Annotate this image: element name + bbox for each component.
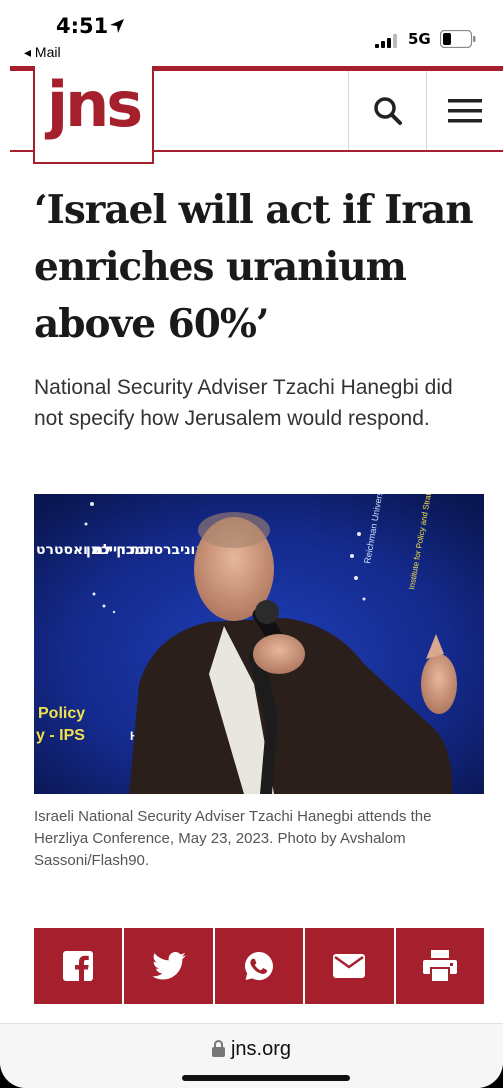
home-indicator[interactable] (182, 1075, 350, 1081)
battery-icon (440, 30, 476, 48)
lock-icon (211, 1040, 225, 1057)
phone-screen: 4:51 ◂ Mail 5G jns ‘Israel will act if I… (0, 0, 503, 1088)
share-twitter-button[interactable] (124, 928, 213, 1004)
menu-button[interactable] (427, 71, 503, 150)
facebook-icon (63, 951, 94, 981)
url-display[interactable]: jns.org (0, 1038, 503, 1061)
email-icon (333, 954, 366, 978)
location-arrow-icon (110, 19, 124, 33)
network-type: 5G (408, 30, 431, 48)
search-button[interactable] (349, 71, 426, 150)
article-subhead: National Security Adviser Tzachi Hanegbi… (34, 376, 453, 430)
back-to-mail-link[interactable]: ◂ Mail (24, 44, 61, 61)
logo-wordmark: jns (46, 68, 143, 141)
site-header: jns (0, 66, 503, 164)
article-headline: ‘Israel will act if Iran enriches uraniu… (34, 187, 474, 347)
share-whatsapp-button[interactable] (214, 928, 304, 1004)
status-time: 4:51 (56, 14, 109, 38)
article-photo[interactable]: אוניברסיטת רייכמן המכון למ ואסטרט Policy… (34, 494, 484, 794)
photo-caption: Israeli National Security Adviser Tzachi… (34, 808, 432, 869)
twitter-icon (151, 952, 186, 980)
status-bar: 4:51 ◂ Mail 5G (0, 0, 503, 66)
share-bar (34, 928, 485, 1004)
share-email-button[interactable] (305, 928, 394, 1004)
site-logo[interactable]: jns (33, 66, 154, 164)
url-text: jns.org (230, 1038, 292, 1060)
photo-sign-policy: Policy (38, 705, 85, 722)
photo-illustration: אוניברסיטת רייכמן המכון למ ואסטרט Policy… (34, 494, 484, 794)
print-icon (422, 950, 457, 982)
cell-signal-icon (375, 34, 397, 48)
browser-url-bar[interactable]: jns.org (0, 1023, 503, 1088)
photo-sign-ips: y - IPS (36, 727, 85, 744)
menu-icon (448, 98, 482, 122)
whatsapp-icon (245, 952, 274, 981)
search-icon (373, 96, 402, 125)
share-print-button[interactable] (395, 928, 485, 1004)
share-facebook-button[interactable] (34, 928, 123, 1004)
photo-sign-hebrew-2: המכון למ ואסטרט (36, 542, 154, 558)
